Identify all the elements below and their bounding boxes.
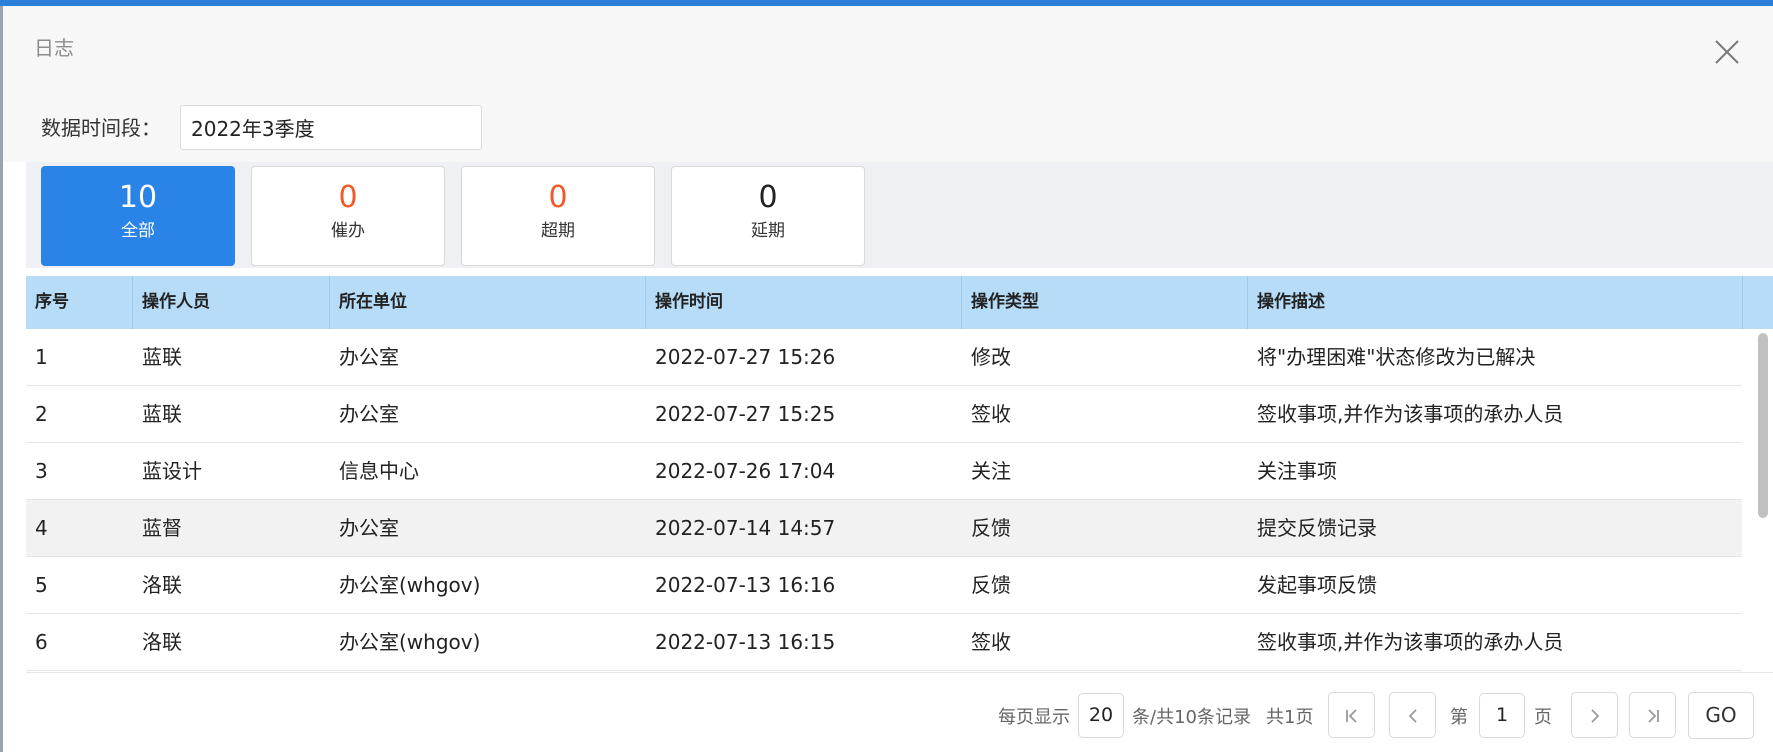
cell-person: 洛联 [142, 630, 182, 654]
table-header: 序号 操作人员 所在单位 操作时间 操作类型 操作描述 [26, 276, 1773, 329]
stat-count-overdue: 0 [548, 180, 568, 215]
cell-unit: 办公室 [339, 402, 399, 426]
cell-unit: 办公室 [339, 345, 399, 369]
cell-time: 2022-07-26 17:04 [655, 459, 836, 483]
stat-card-overdue[interactable]: 0 超期 [461, 166, 655, 266]
first-page-button[interactable] [1328, 692, 1375, 738]
col-header-desc[interactable]: 操作描述 [1248, 276, 1743, 329]
close-button[interactable] [1709, 34, 1745, 70]
col-header-person[interactable]: 操作人员 [133, 276, 330, 329]
cell-person: 蓝联 [142, 345, 182, 369]
cell-time: 2022-07-27 15:26 [655, 345, 836, 369]
page-suffix: 页 [1534, 707, 1552, 728]
time-period-input[interactable] [180, 105, 482, 150]
cell-type: 反馈 [971, 516, 1011, 540]
stat-label-extended: 延期 [751, 221, 785, 241]
cell-no: 5 [35, 573, 48, 597]
cell-no: 1 [35, 345, 48, 369]
stat-card-extended[interactable]: 0 延期 [671, 166, 865, 266]
records-label: 条/共10条记录 [1132, 707, 1251, 728]
cell-type: 签收 [971, 402, 1011, 426]
cell-unit: 信息中心 [339, 459, 419, 483]
col-header-no[interactable]: 序号 [26, 276, 133, 329]
cell-no: 6 [35, 630, 48, 654]
total-pages-label: 共1页 [1266, 707, 1314, 728]
stat-count-urge: 0 [338, 180, 358, 215]
per-page-input[interactable]: 20 [1078, 693, 1124, 738]
cell-desc: 签收事项,并作为该事项的承办人员 [1257, 630, 1564, 654]
pagination-bar: 每页显示 20 条/共10条记录 共1页 第 1 页 GO [26, 672, 1773, 752]
cell-person: 蓝联 [142, 402, 182, 426]
table-body: 1 蓝联 办公室 2022-07-27 15:26 修改 将"办理困难"状态修改… [26, 329, 1742, 672]
cell-type: 反馈 [971, 573, 1011, 597]
cell-person: 洛联 [142, 573, 182, 597]
table-row[interactable]: 1 蓝联 办公室 2022-07-27 15:26 修改 将"办理困难"状态修改… [26, 329, 1742, 386]
go-button[interactable]: GO [1688, 692, 1754, 739]
col-header-unit[interactable]: 所在单位 [330, 276, 646, 329]
cell-desc: 发起事项反馈 [1257, 573, 1377, 597]
cell-time: 2022-07-27 15:25 [655, 402, 836, 426]
cell-desc: 提交反馈记录 [1257, 516, 1377, 540]
page-number-input[interactable]: 1 [1479, 693, 1525, 738]
cell-unit: 办公室 [339, 516, 399, 540]
cell-person: 蓝督 [142, 516, 182, 540]
prev-page-button[interactable] [1389, 692, 1436, 738]
cell-unit: 办公室(whgov) [339, 573, 481, 597]
col-header-type[interactable]: 操作类型 [962, 276, 1248, 329]
time-period-label: 数据时间段： [41, 116, 161, 140]
stat-count-all: 10 [118, 180, 158, 215]
chevron-right-icon [1591, 709, 1600, 723]
cell-type: 关注 [971, 459, 1011, 483]
filter-area: 数据时间段： [3, 92, 1773, 162]
stat-count-extended: 0 [758, 180, 778, 215]
page-prefix: 第 [1450, 707, 1468, 728]
stat-label-urge: 催办 [331, 221, 365, 241]
cell-unit: 办公室(whgov) [339, 630, 481, 654]
table-row[interactable]: 4 蓝督 办公室 2022-07-14 14:57 反馈 提交反馈记录 [26, 500, 1742, 557]
next-page-button[interactable] [1571, 692, 1618, 738]
cell-no: 2 [35, 402, 48, 426]
cell-type: 修改 [971, 345, 1011, 369]
close-icon [1715, 40, 1739, 64]
cell-desc: 关注事项 [1257, 459, 1337, 483]
cell-time: 2022-07-13 16:15 [655, 630, 836, 654]
chevron-left-icon [1408, 709, 1417, 723]
last-page-button[interactable] [1629, 692, 1676, 738]
stat-card-all[interactable]: 10 全部 [41, 166, 235, 266]
per-page-label: 每页显示 [998, 707, 1070, 728]
table-row[interactable]: 5 洛联 办公室(whgov) 2022-07-13 16:16 反馈 发起事项… [26, 557, 1742, 614]
col-header-time[interactable]: 操作时间 [646, 276, 962, 329]
table-row[interactable]: 6 洛联 办公室(whgov) 2022-07-13 16:15 签收 签收事项… [26, 614, 1742, 671]
cell-person: 蓝设计 [142, 459, 202, 483]
table-row[interactable]: 3 蓝设计 信息中心 2022-07-26 17:04 关注 关注事项 [26, 443, 1742, 500]
stat-label-all: 全部 [121, 221, 155, 241]
stat-card-urge[interactable]: 0 催办 [251, 166, 445, 266]
last-page-icon [1648, 709, 1659, 723]
table-scrollbar[interactable] [1758, 333, 1768, 518]
table-row[interactable]: 2 蓝联 办公室 2022-07-27 15:25 签收 签收事项,并作为该事项… [26, 386, 1742, 443]
cell-desc: 签收事项,并作为该事项的承办人员 [1257, 402, 1564, 426]
first-page-icon [1346, 709, 1357, 723]
cell-no: 3 [35, 459, 48, 483]
cell-type: 签收 [971, 630, 1011, 654]
stat-label-overdue: 超期 [541, 221, 575, 241]
cell-time: 2022-07-14 14:57 [655, 516, 836, 540]
dialog-title: 日志 [34, 36, 74, 60]
cell-time: 2022-07-13 16:16 [655, 573, 836, 597]
cell-desc: 将"办理困难"状态修改为已解决 [1257, 345, 1536, 369]
cell-no: 4 [35, 516, 48, 540]
dialog-header: 日志 [3, 6, 1773, 92]
stats-bar: 10 全部 0 催办 0 超期 0 延期 [26, 162, 1773, 268]
